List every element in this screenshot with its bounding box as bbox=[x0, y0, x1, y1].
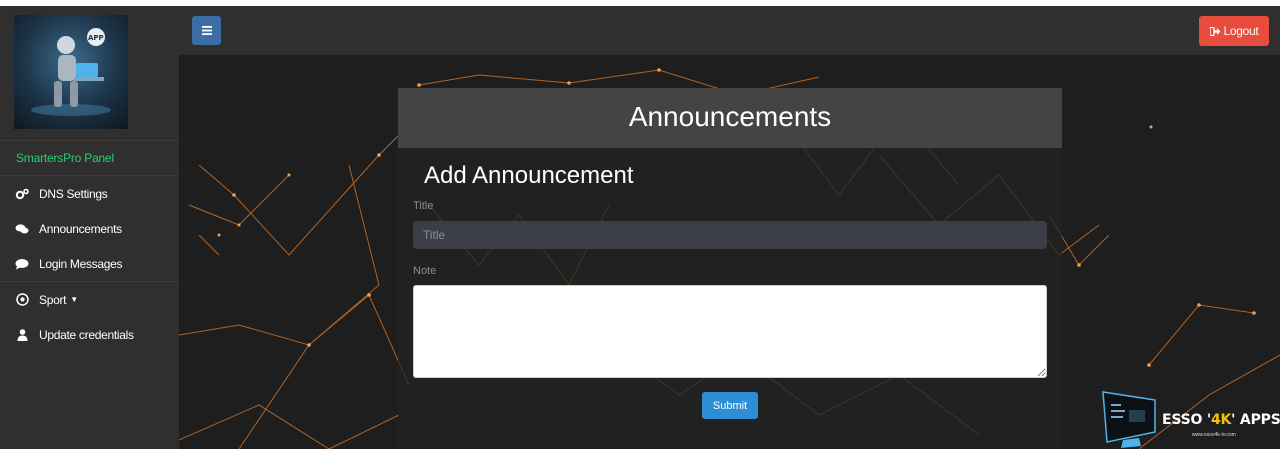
logo-lettering: APP bbox=[88, 34, 104, 42]
bars-icon bbox=[201, 26, 212, 35]
panel-title[interactable]: SmartersPro Panel bbox=[0, 140, 179, 176]
title-input[interactable] bbox=[413, 221, 1047, 249]
announcement-form: Add Announcement Title Note Submit bbox=[398, 148, 1062, 449]
menu-toggle-button[interactable] bbox=[192, 16, 221, 45]
sidebar-item-login-messages[interactable]: Login Messages bbox=[0, 246, 179, 281]
form-title: Add Announcement bbox=[424, 162, 634, 189]
top-bar: Logout bbox=[179, 6, 1280, 55]
sidebar-item-label: DNS Settings bbox=[39, 186, 108, 201]
comment-icon bbox=[15, 257, 29, 271]
caret-down-icon: ▼ bbox=[70, 295, 78, 304]
brand-name: ESSO '4K' APPS bbox=[1162, 412, 1280, 428]
soccer-ball-icon bbox=[15, 293, 29, 307]
note-label: Note bbox=[413, 265, 437, 277]
sidebar-item-announcements[interactable]: Announcements bbox=[0, 211, 179, 246]
announcements-card: Announcements Add Announcement Title Not… bbox=[398, 88, 1062, 449]
brand-url: www.esso4k-tv.com bbox=[1192, 432, 1236, 438]
main-content: Announcements Add Announcement Title Not… bbox=[179, 55, 1280, 449]
logout-label: Logout bbox=[1223, 24, 1259, 38]
app-logo: APP bbox=[14, 15, 128, 129]
sidebar-item-label: Sport bbox=[39, 292, 67, 307]
logout-button[interactable]: Logout bbox=[1199, 16, 1269, 46]
cogs-icon bbox=[15, 187, 29, 201]
sidebar-item-sport[interactable]: Sport ▼ bbox=[0, 282, 179, 317]
sidebar-item-label: Announcements bbox=[39, 221, 122, 236]
comments-icon bbox=[15, 222, 29, 236]
page-title: Announcements bbox=[398, 88, 1062, 148]
note-textarea[interactable] bbox=[413, 285, 1047, 378]
sidebar-nav: DNS Settings Announcements Login Message… bbox=[0, 176, 179, 352]
sidebar-item-label: Update credentials bbox=[39, 327, 134, 342]
sidebar-item-update-credentials[interactable]: Update credentials bbox=[0, 317, 179, 352]
sidebar-item-label: Login Messages bbox=[39, 256, 123, 271]
sign-out-icon bbox=[1209, 26, 1221, 36]
monitor-icon bbox=[1102, 391, 1156, 448]
brand-watermark: ESSO '4K' APPS www.esso4k-tv.com bbox=[1101, 388, 1280, 449]
sidebar-item-dns-settings[interactable]: DNS Settings bbox=[0, 176, 179, 211]
title-label: Title bbox=[413, 200, 434, 212]
robot-logo-image: APP bbox=[31, 28, 111, 116]
submit-button[interactable]: Submit bbox=[702, 392, 758, 419]
sidebar: APP SmartersPro Panel DNS Settings Annou… bbox=[0, 6, 179, 449]
user-icon bbox=[15, 328, 29, 342]
